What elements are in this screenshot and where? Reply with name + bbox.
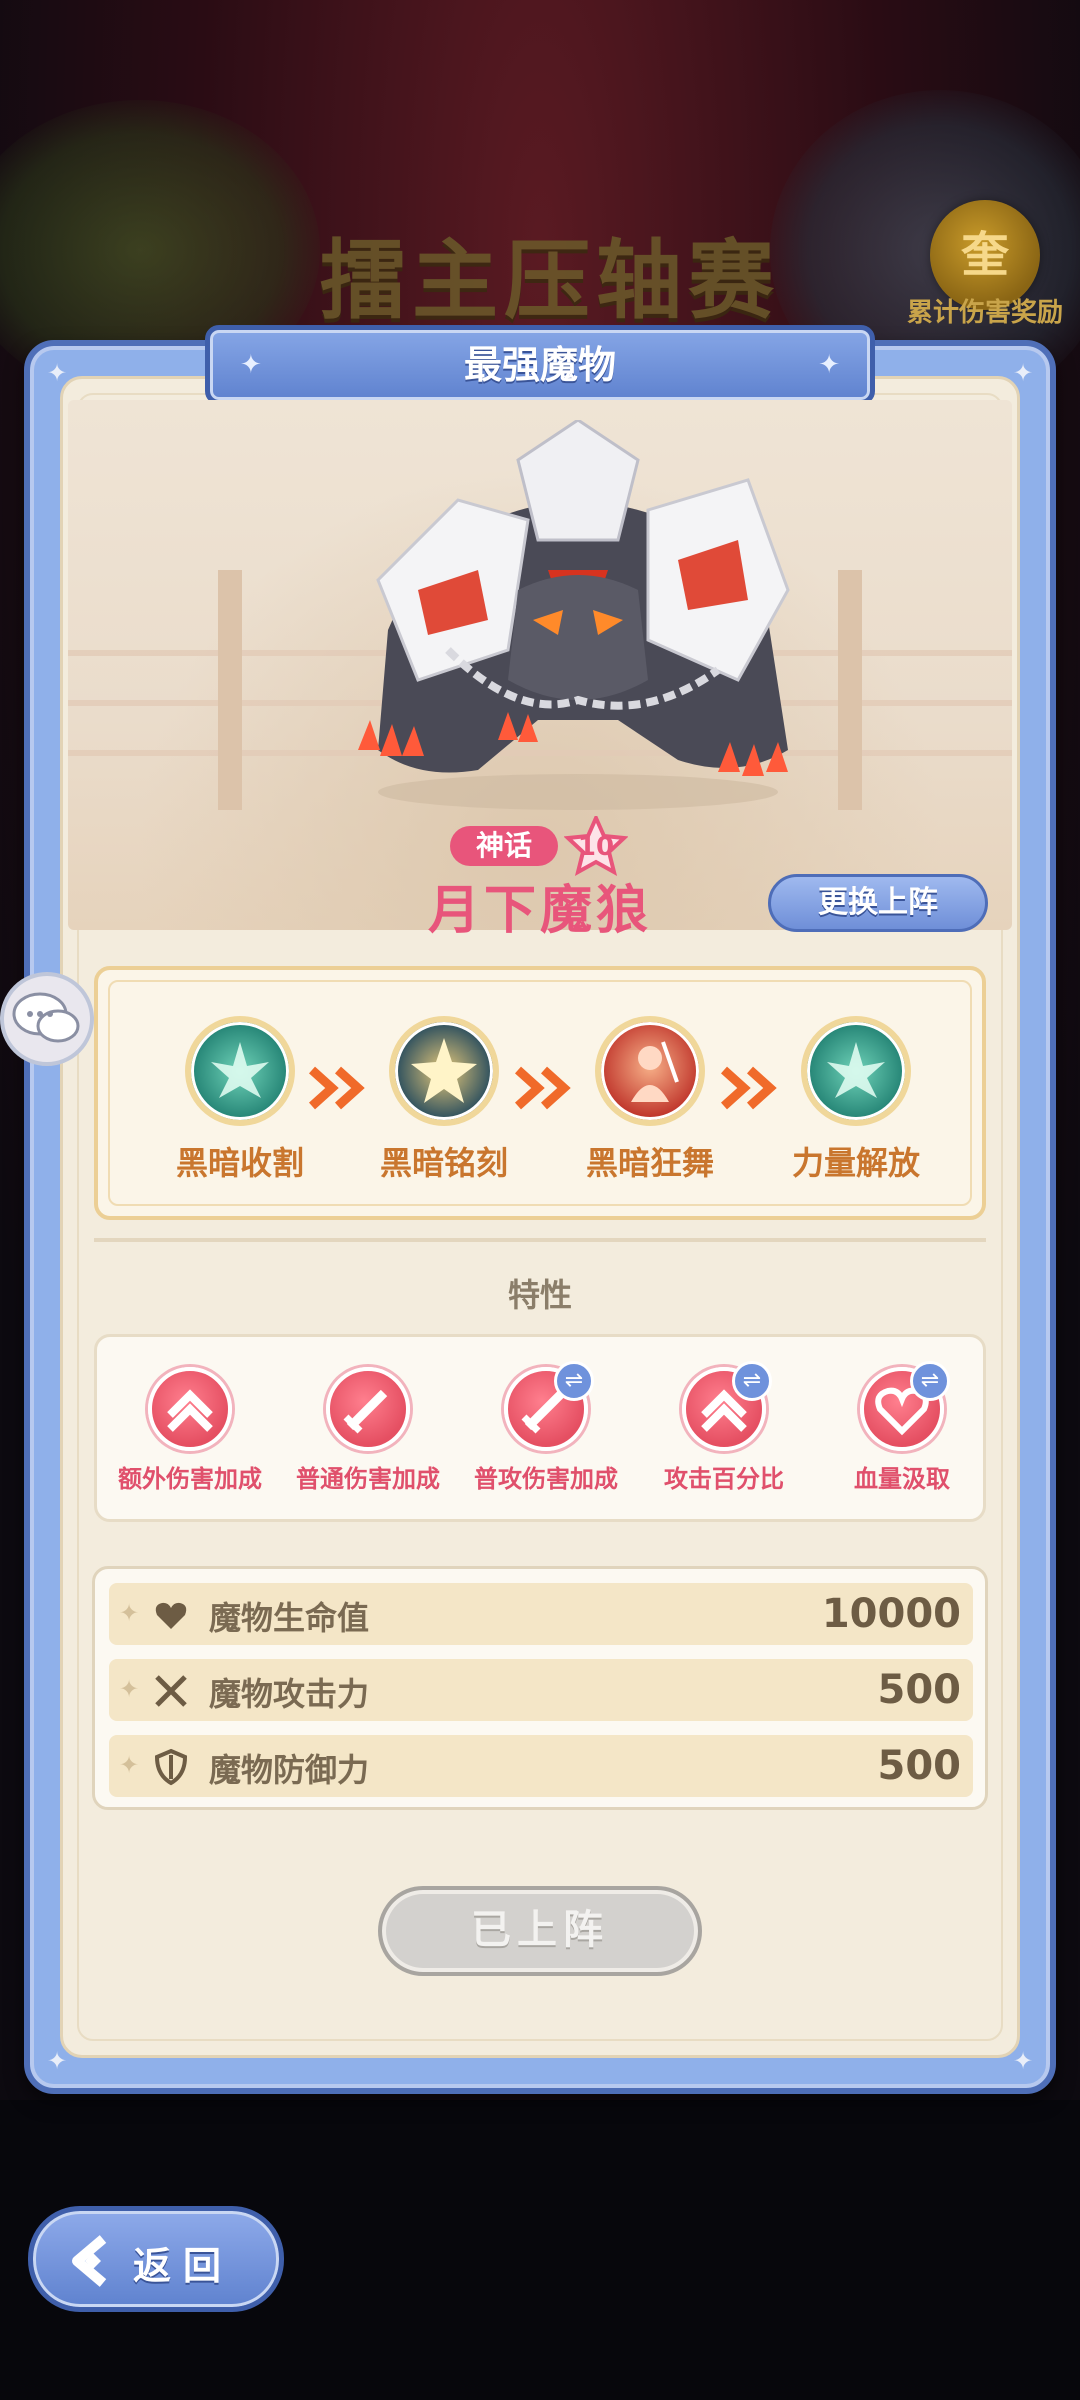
skill-item[interactable]: 黑暗铭刻 (354, 1016, 534, 1184)
trait-label: 攻击百分比 (664, 1465, 784, 1493)
shield-icon (154, 1748, 188, 1786)
stats-card: ✦ 魔物生命值 10000 ✦ 魔物攻击力 500 ✦ 魔物防御力 500 (92, 1566, 988, 1810)
ring-post (838, 570, 862, 810)
stat-row-attack: ✦ 魔物攻击力 500 (109, 1659, 973, 1721)
back-button-label: 返回 (133, 2244, 234, 2288)
stat-label: 魔物攻击力 (209, 1675, 370, 1713)
ring-post (218, 570, 242, 810)
green-burst-icon (185, 1016, 295, 1126)
sparkle-icon: ✦ (119, 1675, 140, 1703)
stat-label: 魔物防御力 (209, 1751, 370, 1789)
heart-icon (155, 1602, 187, 1629)
trait-item[interactable]: ⇌ 攻击百分比 (635, 1361, 813, 1494)
corner-star-icon: ✦ (1012, 359, 1034, 387)
section-divider (94, 1238, 986, 1242)
skill-label: 黑暗铭刻 (379, 1144, 508, 1182)
sparkle-icon: ✦ (240, 350, 262, 380)
stat-row-defense: ✦ 魔物防御力 500 (109, 1735, 973, 1797)
level-star-badge: 10 (563, 813, 629, 876)
skill-item[interactable]: 黑暗收割 (150, 1016, 330, 1184)
trait-label: 血量汲取 (854, 1465, 950, 1493)
stat-row-hp: ✦ 魔物生命值 10000 (109, 1583, 973, 1645)
gold-star-icon (389, 1016, 499, 1126)
rarity-badge: 神话 (450, 826, 558, 866)
trait-item[interactable]: ⇌ 血量汲取 (813, 1361, 991, 1494)
sword-icon: ⇌ (504, 1361, 594, 1451)
sparkle-icon: ✦ (119, 1599, 140, 1627)
trait-label: 额外伤害加成 (118, 1465, 262, 1493)
corner-star-icon: ✦ (46, 359, 68, 387)
heart-icon: ⇌ (860, 1361, 950, 1451)
stat-value: 500 (877, 1743, 962, 1789)
panel-title: 最强魔物 (463, 343, 616, 387)
corner-star-icon: ✦ (46, 2047, 68, 2075)
skill-item[interactable]: 黑暗狂舞 (560, 1016, 740, 1184)
red-warrior-icon (595, 1016, 705, 1126)
crossed-swords-icon (155, 1675, 187, 1707)
reward-label: 累计伤害奖励 (906, 298, 1063, 328)
sparkle-icon: ✦ (119, 1751, 140, 1779)
chat-bubble-icon (12, 992, 80, 1043)
stat-value: 10000 (821, 1591, 961, 1637)
swap-icon: ⇌ (910, 1361, 950, 1401)
swap-lineup-button[interactable]: 更换上阵 (768, 874, 988, 932)
sparkle-icon: ✦ (818, 350, 840, 380)
skill-label: 力量解放 (791, 1144, 920, 1182)
skill-item[interactable]: 力量解放 (766, 1016, 946, 1184)
panel-header: ✦ 最强魔物 ✦ (205, 325, 875, 405)
chevron-up-icon: ⇌ (682, 1361, 772, 1451)
chevron-up-icon (148, 1367, 232, 1451)
sword-icon (326, 1367, 410, 1451)
monster-name: 月下魔狼 (427, 881, 652, 941)
back-arrow-icon (72, 2235, 107, 2287)
moon-wolf-monster-image (358, 420, 790, 810)
back-button[interactable]: 返回 (28, 2206, 284, 2312)
trait-item[interactable]: ⇌ 普攻伤害加成 (457, 1361, 635, 1494)
reward-badge[interactable]: 奎 累计伤害奖励 (900, 200, 1070, 330)
green-burst-icon (801, 1016, 911, 1126)
trait-item[interactable]: 额外伤害加成 (101, 1367, 279, 1494)
deployed-button[interactable]: 已上阵 (378, 1886, 702, 1976)
swap-icon: ⇌ (554, 1361, 594, 1401)
event-title: 擂主压轴赛 (320, 231, 780, 331)
skill-chain-card: 黑暗收割 黑暗铭刻 黑暗狂舞 力量解放 (94, 966, 986, 1220)
trait-label: 普通伤害加成 (296, 1465, 440, 1493)
skill-label: 黑暗狂舞 (585, 1144, 714, 1182)
trait-label: 普攻伤害加成 (474, 1465, 618, 1493)
trait-item[interactable]: 普通伤害加成 (279, 1367, 457, 1494)
traits-card: 额外伤害加成 普通伤害加成 ⇌ 普攻伤害加成 ⇌ 攻击百分比 ⇌ 血量汲取 (94, 1334, 986, 1522)
chat-button[interactable] (0, 972, 94, 1066)
stat-label: 魔物生命值 (209, 1599, 370, 1637)
corner-star-icon: ✦ (1012, 2047, 1034, 2075)
skill-label: 黑暗收割 (175, 1144, 304, 1182)
traits-title: 特性 (507, 1276, 572, 1314)
swap-icon: ⇌ (732, 1361, 772, 1401)
stat-value: 500 (877, 1667, 962, 1713)
level-value: 10 (577, 832, 615, 862)
